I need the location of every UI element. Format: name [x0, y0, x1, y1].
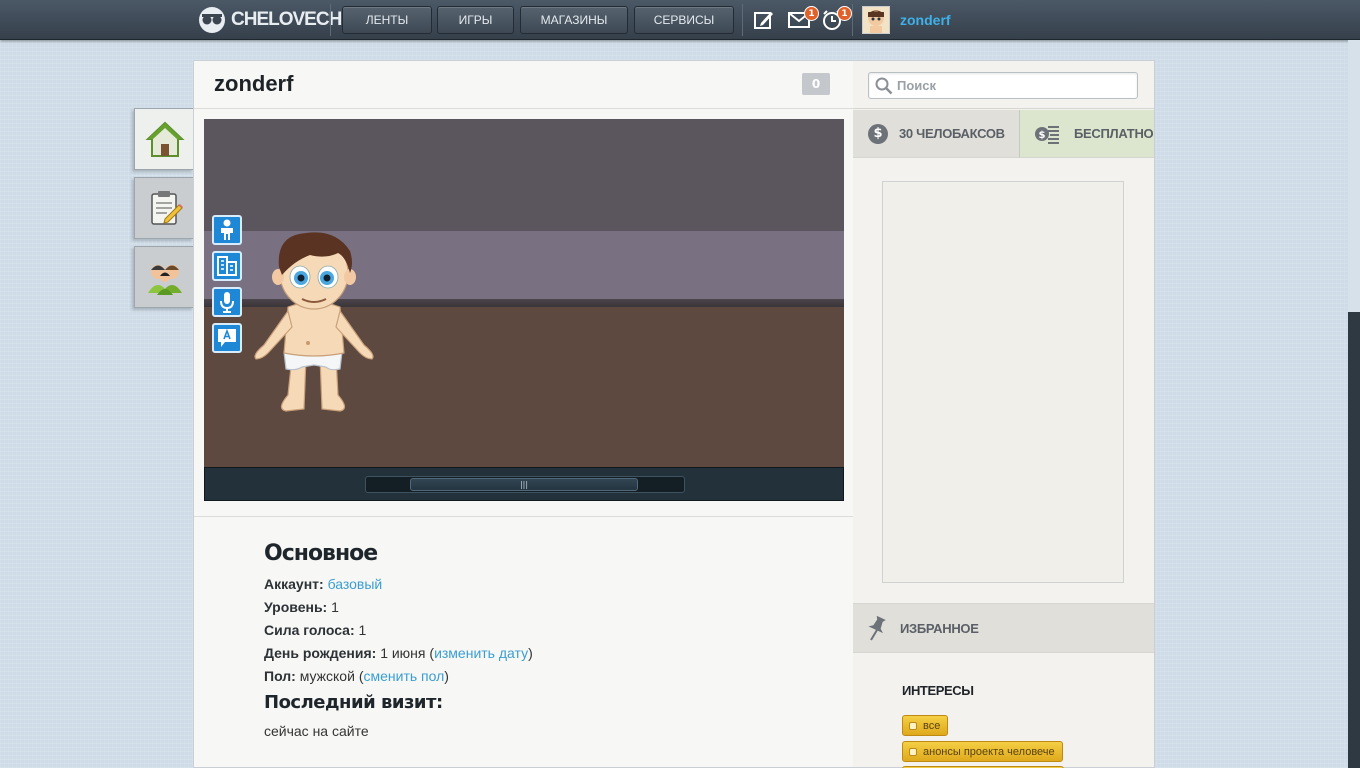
- section-title-main: Основное: [264, 541, 378, 566]
- divider: [194, 516, 853, 517]
- microphone-icon: [220, 292, 234, 313]
- profile-panel: zonderf 0 ||| Основное Аккаунт: базовый …: [193, 60, 854, 768]
- change-gender-link[interactable]: сменить пол: [363, 668, 444, 684]
- tag-label: анонсы проекта человече: [923, 745, 1055, 758]
- clipboard-pencil-icon: [150, 191, 183, 225]
- vote-power-value: 1: [358, 622, 367, 638]
- notifications-badge: 1: [837, 6, 852, 21]
- dollar-coin-icon: $: [868, 123, 888, 144]
- divider: [742, 4, 743, 36]
- birthday-row: День рождения: 1 июня (изменить дату): [264, 643, 824, 666]
- side-tab-home[interactable]: [134, 108, 194, 170]
- interests-title: ИНТЕРЕСЫ: [902, 683, 974, 698]
- change-date-link[interactable]: изменить дату: [434, 645, 528, 661]
- search-area: Поиск: [853, 61, 1154, 109]
- top-navigation-bar: CHELOVECHE ЛЕНТЫ ИГРЫ МАГАЗИНЫ СЕРВИСЫ 1…: [0, 0, 1360, 40]
- tag-label: все: [923, 719, 941, 732]
- balance-panel[interactable]: $ 30 ЧЕЛОБАКСОВ: [853, 110, 1019, 158]
- search-placeholder: Поиск: [897, 78, 937, 93]
- nav-feeds-button[interactable]: ЛЕНТЫ: [342, 6, 432, 34]
- messages-icon[interactable]: 1: [787, 6, 819, 32]
- birthday-label: День рождения:: [264, 645, 377, 661]
- tag-checkbox[interactable]: [909, 747, 917, 756]
- scene-scroll-track[interactable]: |||: [365, 476, 685, 493]
- scrollbar-thumb[interactable]: [1348, 312, 1360, 768]
- building-icon: [217, 256, 237, 276]
- avatar-room-scene[interactable]: [204, 119, 844, 499]
- level-row: Уровень: 1: [264, 597, 824, 620]
- account-label: Аккаунт:: [264, 576, 324, 592]
- scene-toolbar: |||: [204, 467, 844, 501]
- right-sidebar: Поиск $ 30 ЧЕЛОБАКСОВ $ БЕСПЛАТНО ИЗБРАН…: [853, 60, 1155, 768]
- username-link[interactable]: zonderf: [900, 12, 951, 28]
- voice-tool-button[interactable]: [212, 287, 242, 317]
- alarm-clock-icon[interactable]: 1: [820, 6, 852, 32]
- user-avatar[interactable]: [862, 6, 890, 34]
- character-avatar[interactable]: [246, 227, 382, 417]
- account-row: Аккаунт: базовый: [264, 574, 824, 597]
- paren-close: ): [528, 645, 533, 661]
- person-icon: [221, 219, 233, 240]
- vote-power-label: Сила голоса:: [264, 622, 355, 638]
- search-input[interactable]: Поиск: [868, 72, 1138, 99]
- account-type-link[interactable]: базовый: [328, 576, 383, 592]
- profile-info: Основное Аккаунт: базовый Уровень: 1 Сил…: [264, 541, 824, 744]
- last-visit-value: сейчас на сайте: [264, 723, 369, 739]
- counter-badge[interactable]: 0: [802, 73, 830, 95]
- level-label: Уровень:: [264, 599, 328, 615]
- side-tab-notes[interactable]: [134, 177, 194, 239]
- pin-icon: [868, 615, 886, 641]
- nav-games-button[interactable]: ИГРЫ: [437, 6, 514, 34]
- gender-row: Пол: мужской (сменить пол): [264, 666, 824, 689]
- messages-badge: 1: [804, 6, 819, 21]
- scene-scroll-handle[interactable]: |||: [410, 478, 638, 491]
- gender-value: мужской: [299, 668, 355, 684]
- gender-label: Пол:: [264, 668, 296, 684]
- page-title: zonderf: [214, 71, 294, 96]
- search-icon: [875, 77, 893, 95]
- interior-tool-button[interactable]: [212, 251, 242, 281]
- nav-shops-button[interactable]: МАГАЗИНЫ: [520, 6, 628, 34]
- home-icon: [144, 121, 185, 157]
- vote-power-row: Сила голоса: 1: [264, 620, 824, 643]
- balance-amount: 30 ЧЕЛОБАКСОВ: [899, 126, 1005, 141]
- interest-tag-all[interactable]: все: [902, 715, 949, 736]
- nav-services-button[interactable]: СЕРВИСЫ: [634, 6, 734, 34]
- text-tool-button[interactable]: [212, 323, 242, 353]
- wall-upper: [204, 119, 844, 231]
- birthday-value: 1 июня: [380, 645, 426, 661]
- friends-icon: [147, 265, 182, 295]
- divider: [330, 4, 331, 36]
- free-label: БЕСПЛАТНО: [1074, 126, 1154, 141]
- side-tab-friends[interactable]: [134, 246, 194, 308]
- favorites-label: ИЗБРАННОЕ: [900, 620, 979, 636]
- ad-placeholder: [882, 181, 1124, 583]
- level-value: 1: [331, 599, 339, 615]
- profile-header: zonderf 0: [194, 61, 853, 109]
- compose-icon[interactable]: [752, 8, 776, 32]
- money-stack-icon: $: [1035, 125, 1059, 144]
- character-tool-button[interactable]: [212, 215, 242, 245]
- tag-checkbox[interactable]: [909, 721, 917, 730]
- logo-text: CHELOVECHE: [231, 9, 354, 30]
- favorites-header[interactable]: ИЗБРАННОЕ: [853, 603, 1154, 653]
- free-panel[interactable]: $ БЕСПЛАТНО: [1019, 110, 1154, 158]
- divider: [852, 4, 853, 36]
- interest-tag-announcements[interactable]: анонсы проекта человече: [902, 741, 1063, 762]
- svg-text:$: $: [1039, 130, 1046, 141]
- speech-bubble-icon: [218, 328, 236, 347]
- paren-close: ): [444, 668, 449, 684]
- logo-glasses-icon: [199, 7, 225, 33]
- last-visit-title: Последний визит:: [264, 692, 443, 713]
